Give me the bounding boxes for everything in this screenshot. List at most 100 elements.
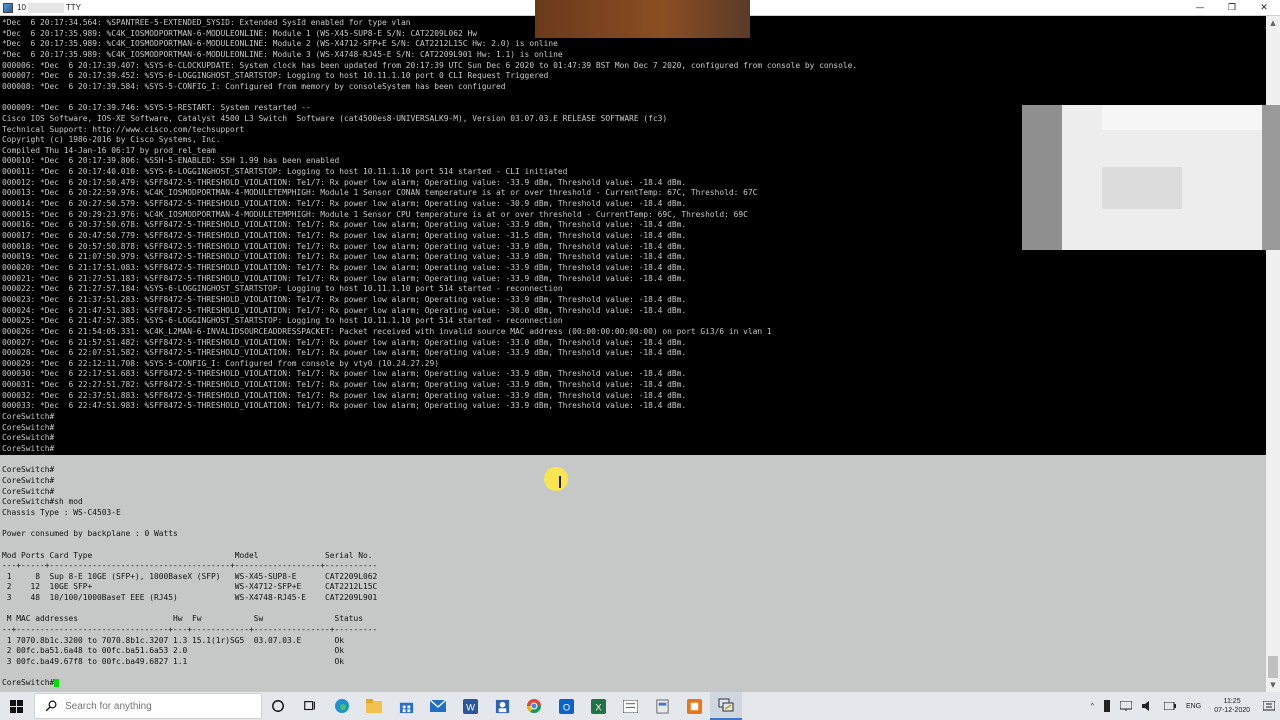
terminal-line: 000026: *Dec 6 21:54:05.331: %C4K_L2MAN-… [2,326,772,336]
terminal-line: 000015: *Dec 6 20:29:23.976: %C4K_IOSMOD… [2,209,748,219]
terminal-line: 3 00fc.ba49.67f8 to 00fc.ba49.6827 1.1 O… [2,657,345,666]
cortana-icon[interactable] [262,692,294,720]
clock-time: 11:25 [1223,698,1241,705]
terminal-line: Mod Ports Card Type Model Serial No. [2,550,373,560]
terminal-line: 000032: *Dec 6 22:37:51.883: %SFF8472-5-… [2,390,687,400]
putty-icon[interactable] [710,692,742,720]
terminal-line: 000030: *Dec 6 22:17:51.683: %SFF8472-5-… [2,369,687,379]
window-title-suffix: TTY [65,3,82,12]
notes-icon[interactable] [614,692,646,720]
outlook-icon[interactable]: O [550,692,582,720]
excel-icon[interactable]: X [582,692,614,720]
terminal-line: Power consumed by backplane : 0 Watts [2,529,178,539]
start-button[interactable] [0,692,32,720]
search-input[interactable] [65,700,245,712]
terminal-line: Copyright (c) 1986-2016 by Cisco Systems… [2,135,221,145]
search-icon [45,700,59,712]
mouse-highlight [544,467,568,491]
terminal-line: Cisco IOS Software, IOS-XE Software, Cat… [2,113,668,123]
volume-icon[interactable] [1137,692,1159,720]
terminal-line: 000033: *Dec 6 22:47:51.983: %SFF8472-5-… [2,401,687,411]
svg-text:X: X [595,702,602,712]
terminal-line: CoreSwitch# [2,465,55,475]
terminal-line: *Dec 6 20:17:35.989: %C4K_IOSMODPORTMAN-… [2,39,558,49]
app-orange-icon[interactable] [678,692,710,720]
terminal-line: 000017: *Dec 6 20:47:50.779: %SFF8472-5-… [2,231,687,240]
terminal-line: 000016: *Dec 6 20:37:50.678: %SFF8472-5-… [2,220,687,230]
window-title-prefix: 10 [17,3,26,12]
usb-icon[interactable] [1099,692,1115,720]
terminal-line: Chassis Type : WS-C4503-E [2,507,121,517]
terminal-line: 000011: *Dec 6 20:17:40.010: %SYS-6-LOGG… [2,167,568,177]
terminal-line: 1 8 Sup 8-E 10GE (SFP+), 1000BaseX (SFP)… [2,571,378,581]
scroll-up-icon[interactable]: ▲ [1266,16,1280,30]
terminal-cursor [54,678,60,687]
terminal-line: CoreSwitch# [2,475,55,485]
scroll-thumb[interactable] [1268,656,1278,678]
svg-text:W: W [466,702,475,712]
terminal-line: 2 12 10GE SFP+ WS-X4712-SFP+E CAT2212L15… [2,582,378,592]
language-indicator[interactable]: ENG [1181,692,1206,720]
terminal-line: 000007: *Dec 6 20:17:39.452: %SYS-6-LOGG… [2,71,549,81]
terminal-line: 000013: *Dec 6 20:22:59.976: %C4K_IOSMOD… [2,188,758,198]
system-tray: ^ ENG 11:25 07-12-2020 [1086,692,1280,720]
maximize-button[interactable]: ❐ [1216,0,1248,16]
terminal-line: Compiled Thu 14-Jan-16 06:17 by prod_rel… [2,145,216,155]
windows-logo-icon [9,699,23,713]
clock[interactable]: 11:25 07-12-2020 [1206,692,1258,720]
putty-app-icon[interactable] [3,2,13,13]
terminal-line: 000020: *Dec 6 21:17:51.083: %SFF8472-5-… [2,262,687,272]
terminal-line: 2 00fc.ba51.6a48 to 00fc.ba51.6a53 2.0 O… [2,646,345,656]
terminal-line: 000018: *Dec 6 20:57:50.878: %SFF8472-5-… [2,241,687,251]
terminal-line: Technical Support: http://www.cisco.com/… [2,124,245,134]
file-explorer-icon[interactable] [358,692,390,720]
terminal-line: 000009: *Dec 6 20:17:39.746: %SYS-5-REST… [2,103,311,113]
connection-icon[interactable] [646,692,678,720]
terminal-line: *Dec 6 20:17:35.989: %C4K_IOSMODPORTMAN-… [2,28,478,38]
terminal-line: 000027: *Dec 6 21:57:51.482: %SFF8472-5-… [2,337,687,347]
battery-icon[interactable] [1159,692,1181,720]
chrome-icon[interactable] [518,692,550,720]
terminal-line: 000024: *Dec 6 21:47:51.383: %SFF8472-5-… [2,305,687,315]
network-icon[interactable] [1115,692,1137,720]
store-icon[interactable] [390,692,422,720]
edge-icon[interactable] [326,692,358,720]
terminal-line: CoreSwitch# [2,454,55,464]
terminal-line: CoreSwitch# [2,412,55,422]
terminal-line: *Dec 6 20:17:34.564: %SPANTREE-5-EXTENDE… [2,18,411,27]
people-icon[interactable] [486,692,518,720]
terminal-line: 3 48 10/100/1000BaseT EEE (RJ45) WS-X474… [2,593,378,603]
video-overlay-top [535,0,750,38]
svg-text:O: O [562,702,569,712]
clock-date: 07-12-2020 [1214,707,1250,714]
scroll-down-icon[interactable]: ▼ [1266,678,1280,692]
terminal-line: ---+-----+------------------------------… [2,561,378,571]
terminal-line: 1 7070.8b1c.3200 to 7070.8b1c.3207 1.3 1… [2,635,345,645]
mail-icon[interactable] [422,692,454,720]
taskbar: W O X ^ ENG 11:25 [0,692,1280,720]
terminal-line: CoreSwitch# [2,486,55,496]
window-controls: — ❐ ✕ [1184,0,1280,16]
notifications-icon[interactable] [1258,692,1280,720]
terminal-line: 000028: *Dec 6 22:07:51.582: %SFF8472-5-… [2,348,687,358]
terminal-line: CoreSwitch# [2,422,55,432]
show-hidden-icons-button[interactable]: ^ [1086,692,1099,720]
terminal-line: 000031: *Dec 6 22:27:51.782: %SFF8472-5-… [2,380,687,390]
terminal-line: M MAC addresses Hw Fw Sw Status [2,614,364,624]
title-redaction [27,2,64,13]
text-cursor-icon [559,476,561,488]
terminal-line: 000025: *Dec 6 21:47:57.385: %SYS-6-LOGG… [2,316,563,326]
terminal-line: 000023: *Dec 6 21:37:51.283: %SFF8472-5-… [2,294,687,304]
close-button[interactable]: ✕ [1248,0,1280,16]
word-icon[interactable]: W [454,692,486,720]
terminal-line: 000006: *Dec 6 20:17:39.407: %SYS-6-CLOC… [2,60,858,70]
terminal-line: CoreSwitch# [2,433,55,443]
taskbar-search[interactable] [34,693,262,719]
task-view-icon[interactable] [294,692,326,720]
terminal-line: CoreSwitch# [2,678,60,689]
terminal-line: 000010: *Dec 6 20:17:39.806: %SSH-5-ENAB… [2,156,340,166]
terminal-line: 000029: *Dec 6 22:12:11.708: %SYS-5-CONF… [2,358,440,368]
terminal-line: 000022: *Dec 6 21:27:57.184: %SYS-6-LOGG… [2,284,563,294]
minimize-button[interactable]: — [1184,0,1216,16]
terminal-line: 000019: *Dec 6 21:07:50.979: %SFF8472-5-… [2,252,687,262]
